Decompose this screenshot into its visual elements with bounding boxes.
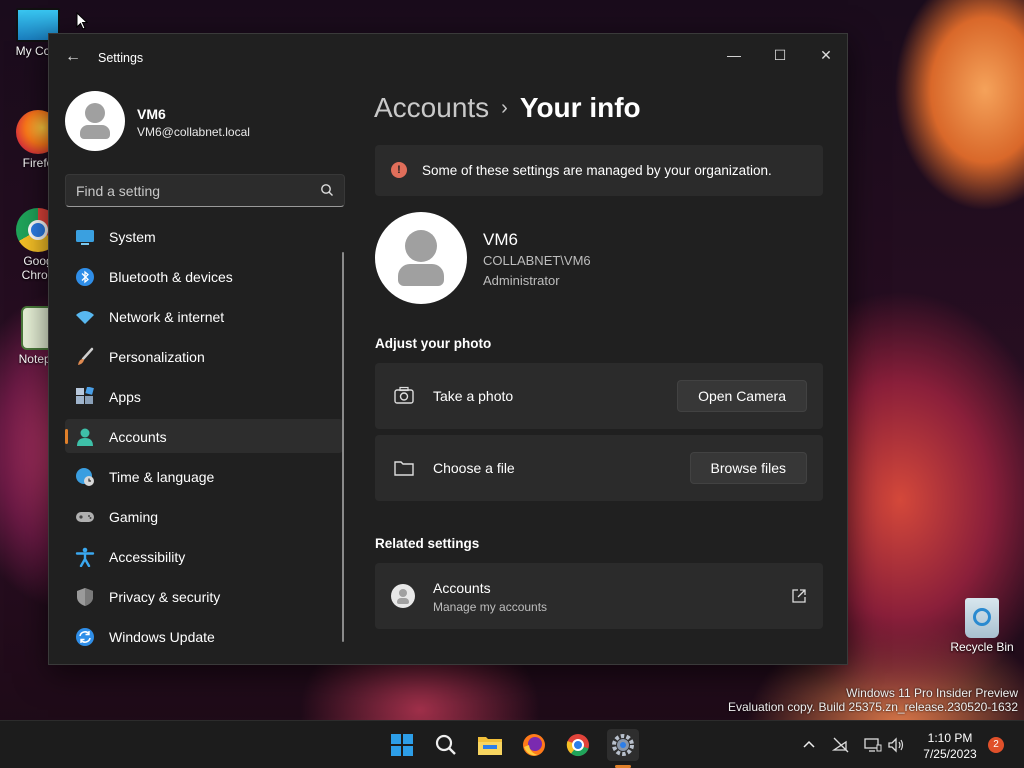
search-icon[interactable] bbox=[320, 183, 334, 197]
settings-search-box[interactable] bbox=[65, 174, 345, 207]
chevron-up-icon[interactable] bbox=[801, 737, 817, 753]
sidebar-item-label: Time & language bbox=[109, 469, 215, 485]
banner-text: Some of these settings are managed by yo… bbox=[422, 163, 772, 178]
mouse-cursor-icon bbox=[76, 12, 88, 30]
watermark-line2: Evaluation copy. Build 25375.zn_release.… bbox=[728, 700, 1018, 714]
sidebar-nav: System Bluetooth & devices Network & int… bbox=[65, 219, 343, 659]
related-accounts-card[interactable]: Accounts Manage my accounts bbox=[375, 563, 823, 629]
sidebar-item-bluetooth[interactable]: Bluetooth & devices bbox=[65, 259, 343, 293]
avatar bbox=[391, 584, 415, 608]
apps-icon bbox=[76, 387, 94, 404]
watermark-line1: Windows 11 Pro Insider Preview bbox=[846, 686, 1018, 700]
sidebar-item-label: Accounts bbox=[109, 429, 167, 445]
shield-icon bbox=[77, 588, 93, 606]
sidebar-item-label: Personalization bbox=[109, 349, 205, 365]
bluetooth-icon bbox=[76, 268, 94, 286]
search-icon[interactable] bbox=[430, 729, 462, 761]
close-button[interactable]: ✕ bbox=[803, 40, 849, 70]
sidebar-item-accessibility[interactable]: Accessibility bbox=[65, 539, 343, 573]
info-alert-icon: ! bbox=[391, 162, 407, 178]
settings-icon bbox=[612, 734, 634, 756]
profile-name: VM6 bbox=[137, 106, 166, 122]
sidebar-item-apps[interactable]: Apps bbox=[65, 379, 343, 413]
file-explorer-icon[interactable] bbox=[474, 729, 506, 761]
breadcrumb-parent[interactable]: Accounts bbox=[374, 92, 489, 123]
related-accounts-sub: Manage my accounts bbox=[433, 600, 548, 614]
sidebar-item-label: Windows Update bbox=[109, 629, 215, 645]
system-clock[interactable]: 1:10 PM 7/25/2023 bbox=[918, 730, 982, 762]
sidebar-item-time-language[interactable]: Time & language bbox=[65, 459, 343, 493]
network-disconnected-icon[interactable] bbox=[832, 736, 850, 754]
sidebar-item-accounts[interactable]: Accounts bbox=[65, 419, 343, 453]
title-bar[interactable]: ← Settings — ☐ ✕ bbox=[49, 34, 847, 82]
take-photo-label: Take a photo bbox=[433, 388, 514, 404]
sidebar-item-label: Gaming bbox=[109, 509, 159, 525]
back-arrow-icon[interactable]: ← bbox=[65, 48, 83, 66]
section-title-related-settings: Related settings bbox=[375, 536, 480, 551]
related-accounts-label: Accounts bbox=[433, 580, 491, 596]
sidebar-item-gaming[interactable]: Gaming bbox=[65, 499, 343, 533]
minimize-button[interactable]: — bbox=[711, 40, 757, 70]
taskbar: 1:10 PM 7/25/2023 bbox=[0, 720, 1024, 768]
sidebar-item-system[interactable]: System bbox=[65, 219, 343, 253]
page-title: Your info bbox=[519, 92, 641, 123]
user-domain: COLLABNET\VM6 bbox=[483, 253, 591, 268]
globe-clock-icon bbox=[76, 468, 94, 486]
maximize-button[interactable]: ☐ bbox=[757, 40, 803, 70]
choose-file-label: Choose a file bbox=[433, 460, 515, 476]
system-icon bbox=[76, 230, 94, 245]
managed-by-org-banner: ! Some of these settings are managed by … bbox=[375, 145, 823, 196]
sidebar-item-personalization[interactable]: Personalization bbox=[65, 339, 343, 373]
breadcrumb: Accounts › Your info bbox=[374, 92, 641, 124]
notification-badge[interactable]: 2 bbox=[988, 737, 1004, 753]
camera-icon bbox=[394, 386, 414, 404]
display-icon[interactable] bbox=[864, 736, 882, 754]
recycle-bin-icon bbox=[965, 598, 999, 638]
settings-taskbar-button[interactable] bbox=[607, 729, 639, 761]
take-photo-card: Take a photo Open Camera bbox=[375, 363, 823, 429]
choose-file-card: Choose a file Browse files bbox=[375, 435, 823, 501]
desktop-icon-label: Recycle Bin bbox=[950, 640, 1014, 654]
profile-header: VM6 VM6@collabnet.local bbox=[65, 91, 345, 151]
sidebar-item-label: Privacy & security bbox=[109, 589, 221, 605]
search-input[interactable] bbox=[76, 181, 306, 201]
avatar bbox=[375, 212, 467, 304]
sidebar-item-windows-update[interactable]: Windows Update bbox=[65, 619, 343, 653]
profile-email: VM6@collabnet.local bbox=[137, 125, 250, 139]
folder-icon bbox=[394, 461, 414, 476]
sidebar-item-label: Accessibility bbox=[109, 549, 186, 565]
sidebar-scrollbar[interactable] bbox=[342, 252, 344, 642]
clock-date: 7/25/2023 bbox=[923, 747, 977, 761]
accessibility-icon bbox=[75, 547, 95, 567]
sidebar-item-label: Apps bbox=[109, 389, 141, 405]
volume-icon[interactable] bbox=[887, 736, 905, 754]
user-info-card: VM6 COLLABNET\VM6 Administrator bbox=[375, 212, 815, 306]
chrome-icon[interactable] bbox=[562, 729, 594, 761]
gamepad-icon bbox=[76, 512, 94, 522]
open-camera-button[interactable]: Open Camera bbox=[677, 380, 807, 412]
wifi-icon bbox=[76, 311, 94, 324]
settings-window: ← Settings — ☐ ✕ VM6 VM6@collabnet.local… bbox=[48, 33, 848, 665]
browse-files-button[interactable]: Browse files bbox=[689, 452, 807, 484]
desktop-icon-recycle-bin[interactable]: Recycle Bin bbox=[942, 598, 1022, 654]
accounts-icon bbox=[77, 428, 93, 446]
brush-icon bbox=[78, 347, 94, 365]
user-name: VM6 bbox=[483, 230, 518, 249]
sidebar-item-label: Network & internet bbox=[109, 309, 225, 325]
section-title-adjust-photo: Adjust your photo bbox=[375, 336, 492, 351]
os-watermark: Windows 11 Pro Insider Preview Evaluatio… bbox=[728, 686, 1018, 714]
start-icon[interactable] bbox=[386, 729, 418, 761]
avatar[interactable] bbox=[65, 91, 125, 151]
firefox-icon[interactable] bbox=[518, 729, 550, 761]
breadcrumb-separator: › bbox=[501, 97, 508, 119]
sidebar-item-label: Bluetooth & devices bbox=[109, 269, 233, 285]
sidebar-item-network[interactable]: Network & internet bbox=[65, 299, 343, 333]
clock-time: 1:10 PM bbox=[927, 731, 973, 745]
sidebar-item-privacy-security[interactable]: Privacy & security bbox=[65, 579, 343, 613]
update-icon bbox=[76, 628, 94, 646]
user-role: Administrator bbox=[483, 273, 560, 288]
window-title: Settings bbox=[98, 51, 144, 65]
sidebar-item-label: System bbox=[109, 229, 156, 245]
external-link-icon bbox=[792, 589, 806, 603]
